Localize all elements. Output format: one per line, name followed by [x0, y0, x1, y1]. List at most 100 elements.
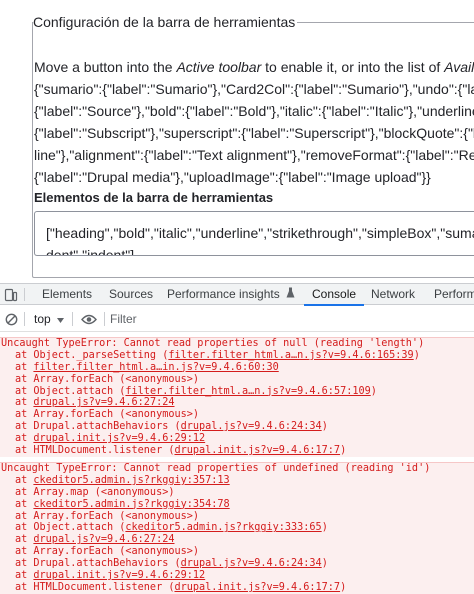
stack-frame-text: )	[321, 558, 328, 570]
stack-frame-text: )	[370, 385, 377, 397]
stack-frame-text: at Array.map (<anonymous>)	[15, 486, 175, 498]
context-label: top	[34, 312, 51, 326]
source-link[interactable]: ckeditor5.admin.js?rkggiy:354:78	[33, 499, 229, 510]
description-line: {"label":"Source"},"bold":{"label":"Bold…	[34, 103, 474, 119]
source-link[interactable]: drupal.init.js?v=9.4.6:29:12	[33, 433, 205, 444]
stack-frame-text: at	[15, 397, 34, 409]
stack-frame: at drupal.init.js?v=9.4.6:29:12	[0, 570, 474, 582]
stack-frame-text: at HTMLDocument.listener (	[15, 445, 175, 457]
stack-frame: at Array.forEach (<anonymous>)	[0, 409, 474, 421]
stack-frame: at drupal.js?v=9.4.6:27:24	[0, 397, 474, 409]
stack-frame-text: )	[340, 581, 347, 593]
context-selector[interactable]: top	[34, 306, 64, 332]
stack-frame-text: at Drupal.attachBehaviors (	[15, 558, 181, 570]
toolbar-separator	[104, 312, 105, 326]
stack-frame-text: at HTMLDocument.listener (	[15, 581, 175, 593]
stack-frame-text: )	[340, 445, 347, 457]
toolbar-separator	[72, 312, 73, 326]
stack-frame: at Object._parseSetting (filter.filter_h…	[0, 350, 474, 362]
source-link[interactable]: filter.filter_html.a…n.js?v=9.4.6:165:39	[168, 350, 413, 361]
stack-frame-text: at Object.attach (	[15, 385, 126, 397]
stack-frame-text: at Drupal.attachBehaviors (	[15, 421, 181, 433]
toolbar-items-textarea[interactable]: ["heading","bold","italic","underline","…	[34, 211, 474, 256]
stack-frame-text: )	[321, 421, 328, 433]
active-toolbar-emphasis: Active toolbar	[176, 59, 262, 75]
stack-frame-text: )	[413, 349, 420, 361]
source-link[interactable]: drupal.js?v=9.4.6:27:24	[33, 397, 174, 408]
toolbar-separator	[24, 312, 25, 326]
device-toolbar-icon[interactable]	[0, 284, 22, 305]
console-toolbar: top	[0, 306, 474, 332]
stack-frame: at Object.attach (filter.filter_html.a…n…	[0, 386, 474, 398]
devtools-tab-bar: Elements Sources Performance insights Co…	[0, 284, 474, 306]
stack-frame: at Drupal.attachBehaviors (drupal.js?v=9…	[0, 558, 474, 570]
stack-frame: at Drupal.attachBehaviors (drupal.js?v=9…	[0, 421, 474, 433]
source-link[interactable]: filter.filter_html.a…in.js?v=9.4.6:60:30	[33, 362, 278, 373]
stack-frame-text: at Array.forEach (<anonymous>)	[15, 546, 200, 558]
description-line: {"label":"Drupal media"},"uploadImage":{…	[34, 169, 431, 185]
clear-console-icon[interactable]	[3, 306, 19, 332]
stack-frame-text: )	[321, 522, 328, 534]
textarea-line: ["heading","bold","italic","underline","…	[46, 225, 474, 241]
console-messages: Uncaught TypeError: Cannot read properti…	[0, 333, 474, 594]
textarea-line: dent","indent"]	[46, 247, 135, 256]
stack-frame: at Array.map (<anonymous>)	[0, 487, 474, 499]
stack-frame: at Array.forEach (<anonymous>)	[0, 374, 474, 386]
source-link[interactable]: ckeditor5.admin.js?rkggiy:357:13	[33, 475, 229, 486]
source-link[interactable]: drupal.init.js?v=9.4.6:17:7	[174, 445, 340, 456]
tab-elements[interactable]: Elements	[42, 284, 92, 305]
description-line: {"sumario":{"label":"Sumario"},"Card2Col…	[34, 81, 474, 97]
stack-frame-text: at Object.attach (	[15, 522, 126, 534]
live-expression-eye-icon[interactable]	[80, 306, 98, 332]
stack-frame-text: at	[15, 498, 34, 510]
stack-frame-text: at	[15, 570, 34, 582]
stack-frame-text: at	[15, 474, 34, 486]
stack-frame-text: at	[15, 534, 34, 546]
stack-frame: at ckeditor5.admin.js?rkggiy:357:13	[0, 475, 474, 487]
source-link[interactable]: drupal.js?v=9.4.6:27:24	[33, 534, 174, 545]
stack-frame: at HTMLDocument.listener (drupal.init.js…	[0, 445, 474, 457]
drupal-settings-page: Configuración de la barra de herramienta…	[0, 0, 474, 283]
source-link[interactable]: drupal.js?v=9.4.6:24:34	[181, 558, 322, 569]
stack-frame: at Object.attach (ckeditor5.admin.js?rkg…	[0, 522, 474, 534]
description-line: {"label":"Subscript"},"superscript":{"la…	[34, 125, 474, 141]
tab-network[interactable]: Network	[371, 284, 415, 305]
available-emphasis: Availa	[444, 59, 474, 75]
fieldset-legend: Configuración de la barra de herramienta…	[33, 14, 298, 30]
console-error-message: Uncaught TypeError: Cannot read properti…	[0, 462, 474, 594]
stack-frame-text: at	[15, 361, 34, 373]
tab-performance[interactable]: Perform	[434, 284, 474, 305]
console-error-message: Uncaught TypeError: Cannot read properti…	[0, 337, 474, 457]
stack-frame: at filter.filter_html.a…in.js?v=9.4.6:60…	[0, 362, 474, 374]
source-link[interactable]: drupal.init.js?v=9.4.6:17:7	[174, 582, 340, 593]
toolbar-description: Move a button into the Active toolbar to…	[34, 56, 474, 188]
stack-frame: at ckeditor5.admin.js?rkggiy:354:78	[0, 499, 474, 511]
tab-console[interactable]: Console	[303, 284, 365, 306]
stack-frame-text: at Object._parseSetting (	[15, 349, 169, 361]
description-line: line"},"alignment":{"label":"Text alignm…	[34, 147, 474, 163]
tab-separator	[24, 288, 25, 301]
stack-frame: at drupal.init.js?v=9.4.6:29:12	[0, 433, 474, 445]
tab-performance-insights[interactable]: Performance insights	[167, 284, 295, 305]
stack-frame: at Array.forEach (<anonymous>)	[0, 511, 474, 523]
flask-icon	[286, 284, 295, 305]
tab-sources[interactable]: Sources	[109, 284, 153, 305]
stack-frame: at HTMLDocument.listener (drupal.init.js…	[0, 582, 474, 594]
stack-frame: at drupal.js?v=9.4.6:27:24	[0, 534, 474, 546]
error-message-text: Uncaught TypeError: Cannot read properti…	[1, 463, 431, 474]
devtools-panel: Elements Sources Performance insights Co…	[0, 283, 474, 594]
stack-frame: at Array.forEach (<anonymous>)	[0, 546, 474, 558]
stack-frame-text: at	[15, 433, 34, 445]
source-link[interactable]: drupal.js?v=9.4.6:24:34	[181, 421, 322, 432]
stack-frame-text: at Array.forEach (<anonymous>)	[15, 373, 200, 385]
stack-frame-text: at Array.forEach (<anonymous>)	[15, 409, 200, 421]
toolbar-items-label: Elementos de la barra de herramientas	[34, 190, 274, 205]
source-link[interactable]: ckeditor5.admin.js?rkggiy:333:65	[125, 522, 321, 533]
console-filter-input[interactable]	[110, 310, 410, 328]
source-link[interactable]: drupal.init.js?v=9.4.6:29:12	[33, 570, 205, 581]
error-message-text: Uncaught TypeError: Cannot read properti…	[1, 338, 425, 349]
source-link[interactable]: filter.filter_html.a…n.js?v=9.4.6:57:109	[125, 386, 370, 397]
stack-frame-text: at Array.forEach (<anonymous>)	[15, 510, 200, 522]
description-line: Move a button into the Active toolbar to…	[34, 56, 474, 78]
dropdown-arrow-icon	[56, 310, 64, 328]
